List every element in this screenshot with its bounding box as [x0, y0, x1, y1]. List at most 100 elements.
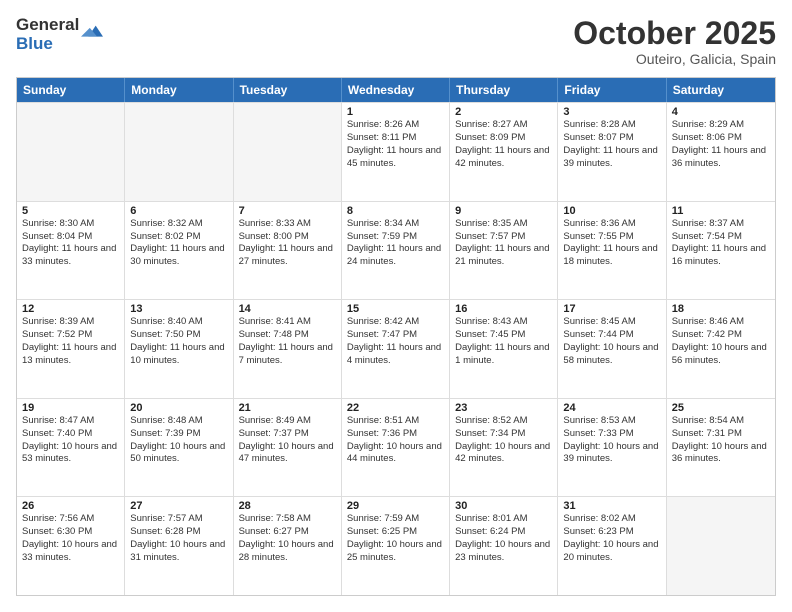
calendar-cell-3: 3Sunrise: 8:28 AMSunset: 8:07 PMDaylight… [558, 103, 666, 201]
day-number: 15 [347, 303, 444, 315]
sunrise-text: Sunrise: 8:40 AM [130, 316, 227, 329]
sunset-text: Sunset: 7:37 PM [239, 428, 336, 441]
calendar-cell-30: 30Sunrise: 8:01 AMSunset: 6:24 PMDayligh… [450, 497, 558, 595]
location: Outeiro, Galicia, Spain [573, 51, 776, 67]
title-block: October 2025 Outeiro, Galicia, Spain [573, 16, 776, 67]
page: General Blue October 2025 Outeiro, Galic… [0, 0, 792, 612]
calendar-cell-21: 21Sunrise: 8:49 AMSunset: 7:37 PMDayligh… [234, 399, 342, 497]
day-number: 1 [347, 106, 444, 118]
calendar-row-1: 5Sunrise: 8:30 AMSunset: 8:04 PMDaylight… [17, 201, 775, 300]
sunset-text: Sunset: 7:42 PM [672, 329, 770, 342]
daylight-text: Daylight: 10 hours and 23 minutes. [455, 539, 552, 565]
calendar-cell-13: 13Sunrise: 8:40 AMSunset: 7:50 PMDayligh… [125, 300, 233, 398]
calendar-cell-10: 10Sunrise: 8:36 AMSunset: 7:55 PMDayligh… [558, 202, 666, 300]
calendar-cell-19: 19Sunrise: 8:47 AMSunset: 7:40 PMDayligh… [17, 399, 125, 497]
day-number: 26 [22, 500, 119, 512]
day-number: 12 [22, 303, 119, 315]
sunrise-text: Sunrise: 8:53 AM [563, 415, 660, 428]
day-number: 17 [563, 303, 660, 315]
sunset-text: Sunset: 8:11 PM [347, 132, 444, 145]
sunset-text: Sunset: 6:28 PM [130, 526, 227, 539]
sunset-text: Sunset: 6:30 PM [22, 526, 119, 539]
day-number: 13 [130, 303, 227, 315]
day-number: 23 [455, 402, 552, 414]
sunset-text: Sunset: 7:34 PM [455, 428, 552, 441]
day-number: 31 [563, 500, 660, 512]
calendar-cell-28: 28Sunrise: 7:58 AMSunset: 6:27 PMDayligh… [234, 497, 342, 595]
sunrise-text: Sunrise: 8:52 AM [455, 415, 552, 428]
calendar-cell-empty [17, 103, 125, 201]
calendar-cell-1: 1Sunrise: 8:26 AMSunset: 8:11 PMDaylight… [342, 103, 450, 201]
sunset-text: Sunset: 8:06 PM [672, 132, 770, 145]
day-number: 24 [563, 402, 660, 414]
header-day-monday: Monday [125, 78, 233, 102]
sunrise-text: Sunrise: 8:54 AM [672, 415, 770, 428]
sunset-text: Sunset: 7:40 PM [22, 428, 119, 441]
calendar-cell-24: 24Sunrise: 8:53 AMSunset: 7:33 PMDayligh… [558, 399, 666, 497]
day-number: 27 [130, 500, 227, 512]
daylight-text: Daylight: 11 hours and 36 minutes. [672, 145, 770, 171]
sunrise-text: Sunrise: 8:30 AM [22, 218, 119, 231]
daylight-text: Daylight: 11 hours and 10 minutes. [130, 342, 227, 368]
sunset-text: Sunset: 7:59 PM [347, 231, 444, 244]
daylight-text: Daylight: 11 hours and 16 minutes. [672, 243, 770, 269]
sunrise-text: Sunrise: 8:45 AM [563, 316, 660, 329]
calendar-cell-5: 5Sunrise: 8:30 AMSunset: 8:04 PMDaylight… [17, 202, 125, 300]
sunset-text: Sunset: 7:55 PM [563, 231, 660, 244]
daylight-text: Daylight: 11 hours and 27 minutes. [239, 243, 336, 269]
daylight-text: Daylight: 10 hours and 39 minutes. [563, 441, 660, 467]
calendar-cell-26: 26Sunrise: 7:56 AMSunset: 6:30 PMDayligh… [17, 497, 125, 595]
day-number: 21 [239, 402, 336, 414]
day-number: 6 [130, 205, 227, 217]
calendar-cell-empty [667, 497, 775, 595]
daylight-text: Daylight: 10 hours and 44 minutes. [347, 441, 444, 467]
sunrise-text: Sunrise: 8:02 AM [563, 513, 660, 526]
daylight-text: Daylight: 10 hours and 50 minutes. [130, 441, 227, 467]
daylight-text: Daylight: 10 hours and 20 minutes. [563, 539, 660, 565]
calendar-cell-23: 23Sunrise: 8:52 AMSunset: 7:34 PMDayligh… [450, 399, 558, 497]
sunset-text: Sunset: 8:04 PM [22, 231, 119, 244]
day-number: 29 [347, 500, 444, 512]
sunrise-text: Sunrise: 8:46 AM [672, 316, 770, 329]
sunset-text: Sunset: 7:31 PM [672, 428, 770, 441]
sunrise-text: Sunrise: 7:57 AM [130, 513, 227, 526]
sunrise-text: Sunrise: 8:33 AM [239, 218, 336, 231]
calendar-cell-8: 8Sunrise: 8:34 AMSunset: 7:59 PMDaylight… [342, 202, 450, 300]
calendar-cell-9: 9Sunrise: 8:35 AMSunset: 7:57 PMDaylight… [450, 202, 558, 300]
day-number: 14 [239, 303, 336, 315]
sunrise-text: Sunrise: 8:41 AM [239, 316, 336, 329]
sunrise-text: Sunrise: 8:32 AM [130, 218, 227, 231]
sunset-text: Sunset: 6:27 PM [239, 526, 336, 539]
calendar-row-3: 19Sunrise: 8:47 AMSunset: 7:40 PMDayligh… [17, 398, 775, 497]
sunrise-text: Sunrise: 8:27 AM [455, 119, 552, 132]
daylight-text: Daylight: 11 hours and 7 minutes. [239, 342, 336, 368]
header-day-saturday: Saturday [667, 78, 775, 102]
sunrise-text: Sunrise: 8:35 AM [455, 218, 552, 231]
calendar-cell-31: 31Sunrise: 8:02 AMSunset: 6:23 PMDayligh… [558, 497, 666, 595]
day-number: 9 [455, 205, 552, 217]
calendar-cell-11: 11Sunrise: 8:37 AMSunset: 7:54 PMDayligh… [667, 202, 775, 300]
sunrise-text: Sunrise: 8:34 AM [347, 218, 444, 231]
calendar-cell-16: 16Sunrise: 8:43 AMSunset: 7:45 PMDayligh… [450, 300, 558, 398]
sunrise-text: Sunrise: 8:43 AM [455, 316, 552, 329]
calendar-cell-25: 25Sunrise: 8:54 AMSunset: 7:31 PMDayligh… [667, 399, 775, 497]
logo-blue: Blue [16, 35, 79, 54]
daylight-text: Daylight: 11 hours and 24 minutes. [347, 243, 444, 269]
calendar-row-4: 26Sunrise: 7:56 AMSunset: 6:30 PMDayligh… [17, 496, 775, 595]
sunset-text: Sunset: 7:39 PM [130, 428, 227, 441]
sunrise-text: Sunrise: 7:59 AM [347, 513, 444, 526]
month-title: October 2025 [573, 16, 776, 51]
day-number: 10 [563, 205, 660, 217]
logo-icon [81, 22, 103, 44]
sunset-text: Sunset: 7:50 PM [130, 329, 227, 342]
sunset-text: Sunset: 6:25 PM [347, 526, 444, 539]
sunrise-text: Sunrise: 8:39 AM [22, 316, 119, 329]
sunset-text: Sunset: 7:52 PM [22, 329, 119, 342]
calendar-row-2: 12Sunrise: 8:39 AMSunset: 7:52 PM Dayligh… [17, 299, 775, 398]
sunrise-text: Sunrise: 8:29 AM [672, 119, 770, 132]
sunset-text: Sunset: 7:36 PM [347, 428, 444, 441]
header-day-thursday: Thursday [450, 78, 558, 102]
calendar-cell-6: 6Sunrise: 8:32 AMSunset: 8:02 PMDaylight… [125, 202, 233, 300]
calendar-header: SundayMondayTuesdayWednesdayThursdayFrid… [17, 78, 775, 102]
calendar-cell-27: 27Sunrise: 7:57 AMSunset: 6:28 PMDayligh… [125, 497, 233, 595]
